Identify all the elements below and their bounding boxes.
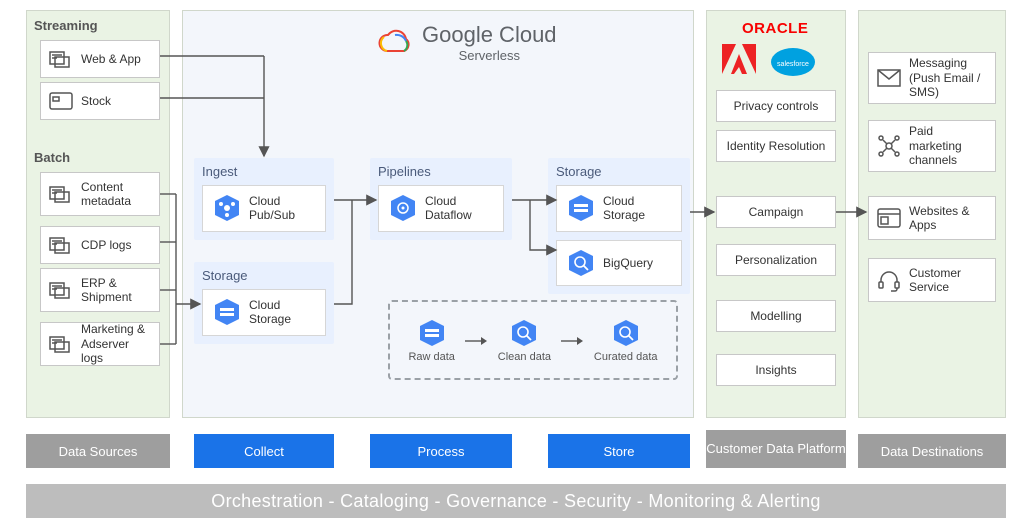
service-label: Cloud Storage: [249, 298, 315, 327]
pubsub-icon: [213, 194, 241, 222]
service-dataflow: Cloud Dataflow: [378, 185, 504, 232]
stage-curated: Curated data: [594, 319, 658, 363]
service-label: Cloud Storage: [603, 194, 671, 223]
google-cloud-logo: Google Cloud Serverless: [378, 22, 557, 63]
dest-customer-service: Customer Service: [868, 258, 996, 302]
brand-subtitle: Serverless: [422, 48, 557, 63]
headset-icon: [877, 268, 901, 292]
salesforce-logo-icon: salesforce: [770, 46, 816, 78]
storage-title: Storage: [202, 268, 326, 283]
dest-paid-marketing: Paid marketing channels: [868, 120, 996, 172]
source-cdp-logs: CDP logs: [40, 226, 160, 264]
source-erp-shipment: ERP & Shipment: [40, 268, 160, 312]
arrow-right-icon: [561, 335, 583, 347]
grid-icon: [49, 182, 73, 206]
service-label: Cloud Dataflow: [425, 194, 493, 223]
source-content-metadata: Content metadata: [40, 172, 160, 216]
bar-collect: Collect: [194, 434, 334, 468]
group-collect-storage: Storage Cloud Storage: [194, 262, 334, 344]
svg-text:salesforce: salesforce: [777, 61, 809, 68]
stage-raw: Raw data: [408, 319, 454, 363]
bar-destinations: Data Destinations: [858, 434, 1006, 468]
service-label: Cloud Pub/Sub: [249, 194, 315, 223]
streaming-title: Streaming: [34, 18, 98, 33]
web-app-icon: [49, 47, 73, 71]
service-cloud-storage-collect: Cloud Storage: [202, 289, 326, 336]
oracle-logo: ORACLE: [742, 20, 808, 37]
cloud-logo-icon: [378, 29, 412, 57]
dataflow-icon: [389, 194, 417, 222]
service-pubsub: Cloud Pub/Sub: [202, 185, 326, 232]
grid-icon: [49, 278, 73, 302]
bar-process: Process: [370, 434, 512, 468]
dest-label: Messaging (Push Email / SMS): [909, 56, 987, 99]
bigquery-icon: [612, 319, 640, 347]
adobe-logo-icon: [722, 44, 756, 74]
source-label: ERP & Shipment: [81, 276, 151, 305]
source-label: Web & App: [81, 52, 141, 66]
network-icon: [877, 134, 901, 158]
dest-label: Customer Service: [909, 266, 987, 295]
bar-data-sources: Data Sources: [26, 434, 170, 468]
cdp-campaign: Campaign: [716, 196, 836, 228]
arrow-right-icon: [465, 335, 487, 347]
service-bigquery: BigQuery: [556, 240, 682, 286]
bigquery-icon: [567, 249, 595, 277]
group-ingest: Ingest Cloud Pub/Sub: [194, 158, 334, 240]
bar-store: Store: [548, 434, 690, 468]
storage-icon: [567, 194, 595, 222]
bigquery-icon: [510, 319, 538, 347]
dest-messaging: Messaging (Push Email / SMS): [868, 52, 996, 104]
stage-clean: Clean data: [498, 319, 551, 363]
ingest-title: Ingest: [202, 164, 326, 179]
grid-icon: [49, 332, 73, 356]
envelope-icon: [877, 66, 901, 90]
architecture-diagram: Google Cloud Serverless Streaming Web & …: [0, 0, 1024, 532]
grid-icon: [49, 233, 73, 257]
source-label: CDP logs: [81, 238, 131, 252]
dest-websites-apps: Websites & Apps: [868, 196, 996, 240]
batch-title: Batch: [34, 150, 70, 165]
dest-label: Paid marketing channels: [909, 124, 987, 167]
cdp-modelling: Modelling: [716, 300, 836, 332]
card-icon: [49, 89, 73, 113]
storage-icon: [418, 319, 446, 347]
stage-label: Raw data: [408, 351, 454, 363]
cdp-personalization: Personalization: [716, 244, 836, 276]
dest-label: Websites & Apps: [909, 204, 987, 233]
source-stock: Stock: [40, 82, 160, 120]
storage-icon: [213, 298, 241, 326]
group-pipelines: Pipelines Cloud Dataflow: [370, 158, 512, 240]
bar-footer: Orchestration - Cataloging - Governance …: [26, 484, 1006, 518]
source-marketing-logs: Marketing & Adserver logs: [40, 322, 160, 366]
source-label: Stock: [81, 94, 111, 108]
stage-label: Clean data: [498, 351, 551, 363]
service-cloud-storage-store: Cloud Storage: [556, 185, 682, 232]
brand-title: Google Cloud: [422, 22, 557, 48]
source-label: Content metadata: [81, 180, 151, 209]
browser-icon: [877, 206, 901, 230]
cdp-privacy: Privacy controls: [716, 90, 836, 122]
cdp-insights: Insights: [716, 354, 836, 386]
group-store: Storage Cloud Storage BigQuery: [548, 158, 690, 294]
service-label: BigQuery: [603, 256, 653, 270]
source-web-app: Web & App: [40, 40, 160, 78]
source-label: Marketing & Adserver logs: [81, 322, 151, 365]
bar-cdp: Customer Data Platform: [706, 430, 846, 468]
cdp-identity: Identity Resolution: [716, 130, 836, 162]
pipelines-title: Pipelines: [378, 164, 504, 179]
store-title: Storage: [556, 164, 682, 179]
stage-label: Curated data: [594, 351, 658, 363]
data-stages: Raw data Clean data Curated data: [388, 300, 678, 380]
